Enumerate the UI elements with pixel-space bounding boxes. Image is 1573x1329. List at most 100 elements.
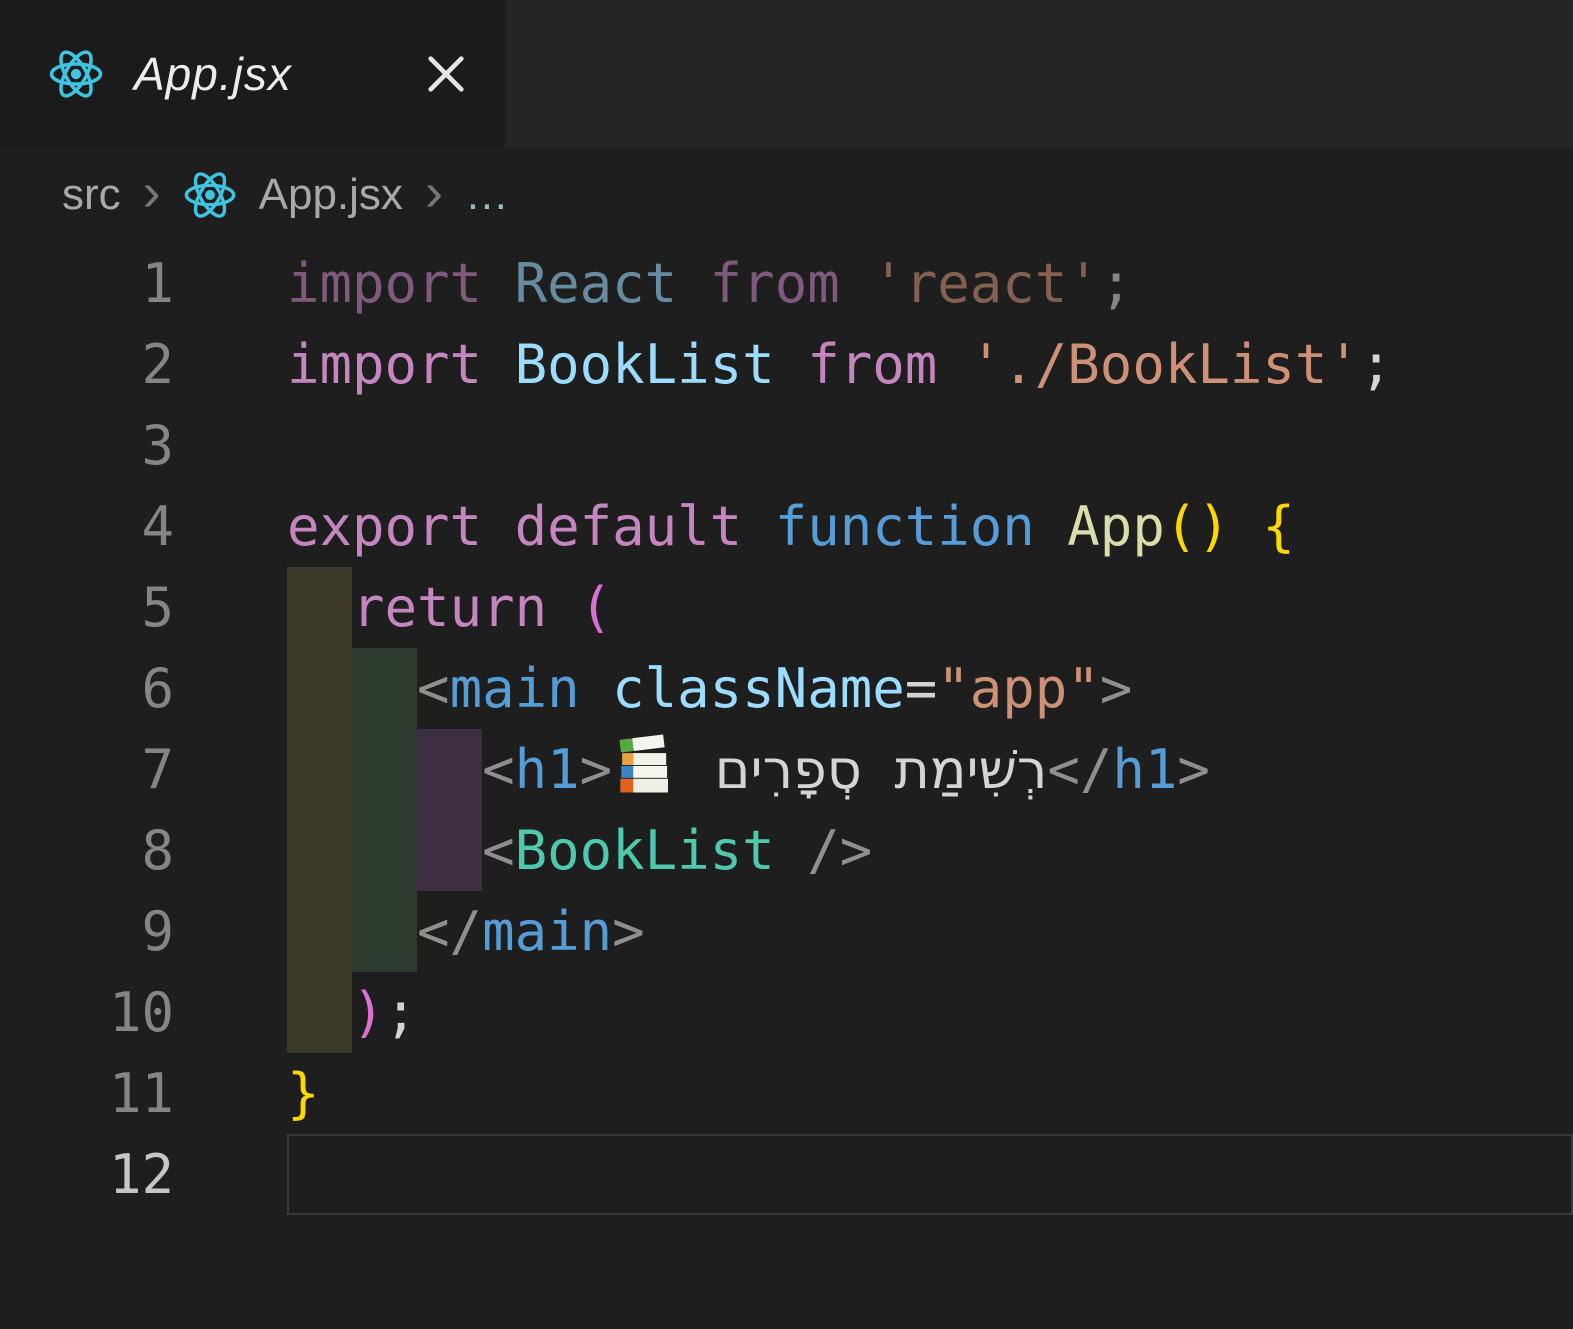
code-token: >	[579, 738, 613, 801]
line-content[interactable]	[174, 405, 1573, 486]
tab-bar-empty-space	[505, 0, 1573, 147]
line-number: 11	[108, 1062, 174, 1125]
line-content[interactable]: export default function App() {	[174, 486, 1573, 567]
code-token: >	[1177, 738, 1210, 801]
code-token: <	[417, 657, 450, 720]
code-token: <	[482, 738, 515, 801]
line-number: 2	[141, 333, 174, 396]
tab-app-jsx[interactable]: App.jsx	[0, 0, 505, 147]
line-content[interactable]: </main>	[174, 891, 1573, 972]
code-token: from	[709, 252, 840, 315]
code-line-9: 9 </main>	[0, 891, 1573, 972]
code-token: return	[352, 576, 548, 639]
line-content[interactable]: }	[174, 1053, 1573, 1134]
code-token: >	[612, 900, 645, 963]
line-number: 5	[141, 576, 174, 639]
chevron-right-icon: ›	[142, 162, 161, 222]
code-token: ;	[1359, 333, 1393, 396]
breadcrumb: src › App.jsx › …	[0, 147, 1573, 243]
code-token: (	[579, 576, 613, 639]
breadcrumb-item-src[interactable]: src	[62, 170, 121, 220]
indent-rainbow-block	[287, 729, 352, 810]
line-content[interactable]: import React from 'react';	[174, 243, 1573, 324]
line-number: 10	[108, 981, 174, 1044]
books-emoji-icon	[612, 732, 680, 798]
code-line-11: 11}	[0, 1053, 1573, 1134]
indent-rainbow-block	[352, 891, 417, 972]
code-token: className	[612, 657, 905, 720]
close-icon	[428, 55, 464, 92]
indent-rainbow-block	[352, 810, 417, 891]
code-token: </	[417, 900, 483, 963]
indent-rainbow-block	[287, 567, 352, 648]
code-token: ()	[1164, 495, 1230, 558]
line-number: 1	[141, 252, 174, 315]
hebrew-title-text: רְשִׁימַת סְפָרִים	[714, 738, 1048, 801]
react-icon	[48, 46, 104, 102]
editor-window: App.jsx src › App.jsx › … 1 import React…	[0, 0, 1573, 1215]
breadcrumb-item-file[interactable]: App.jsx	[259, 170, 403, 220]
indent-rainbow-block	[287, 972, 352, 1053]
code-line-10: 10 );	[0, 972, 1573, 1053]
code-token: <	[482, 819, 515, 882]
breadcrumb-item-symbol-ellipsis[interactable]: …	[465, 170, 512, 220]
line-content[interactable]	[174, 1134, 1573, 1215]
code-token: )	[352, 981, 385, 1044]
code-line-4: 4 export default function App() {	[0, 486, 1573, 567]
code-token: main	[449, 657, 580, 720]
indent-rainbow-block	[287, 891, 352, 972]
code-token: }	[287, 1062, 320, 1125]
line-number: 12	[108, 1143, 174, 1206]
line-content[interactable]: <BookList />	[174, 810, 1573, 891]
code-token: import	[287, 252, 483, 315]
code-token: import	[287, 333, 483, 396]
indent-rainbow-block	[287, 810, 352, 891]
code-area: 1 import React from 'react'; 2 import BookL…	[0, 243, 1573, 1215]
line-number: 8	[141, 819, 174, 882]
line-content[interactable]: return (	[174, 567, 1573, 648]
line-number: 6	[141, 657, 174, 720]
line-content[interactable]: <main className="app">	[174, 648, 1573, 729]
code-token: BookList	[514, 333, 775, 396]
code-token: './BookList'	[969, 333, 1360, 396]
code-token: h1	[1112, 738, 1178, 801]
tab-title: App.jsx	[134, 47, 292, 100]
code-line-6: 6 <main className="app">	[0, 648, 1573, 729]
code-token: {	[1262, 495, 1295, 558]
line-content[interactable]: );	[174, 972, 1573, 1053]
code-token: "app"	[937, 657, 1100, 720]
code-line-3: 3	[0, 405, 1573, 486]
code-token: main	[482, 900, 613, 963]
code-token: function	[774, 495, 1035, 558]
tab-close-button[interactable]	[423, 51, 469, 97]
code-line-1: 1 import React from 'react';	[0, 243, 1573, 324]
code-token: ;	[1099, 252, 1133, 315]
code-line-7: 7 <h1> רְשִׁימַת סְפָרִים</h1>	[0, 729, 1573, 810]
code-line-5: 5 return (	[0, 567, 1573, 648]
line-content[interactable]: <h1> רְשִׁימַת סְפָרִים</h1>	[174, 729, 1573, 810]
line-content[interactable]: import BookList from './BookList';	[174, 324, 1573, 405]
indent-rainbow-block	[352, 648, 417, 729]
code-token: React	[514, 252, 678, 315]
code-token: ;	[384, 981, 418, 1044]
indent-rainbow-block	[417, 729, 482, 810]
code-token: App	[1067, 495, 1165, 558]
current-line-highlight	[287, 1134, 1573, 1215]
tab-bar: App.jsx	[0, 0, 1573, 147]
code-token: />	[807, 819, 873, 882]
indent-rainbow-block	[352, 729, 417, 810]
code-token: from	[807, 333, 938, 396]
line-number: 9	[141, 900, 174, 963]
code-line-2: 2 import BookList from './BookList';	[0, 324, 1573, 405]
